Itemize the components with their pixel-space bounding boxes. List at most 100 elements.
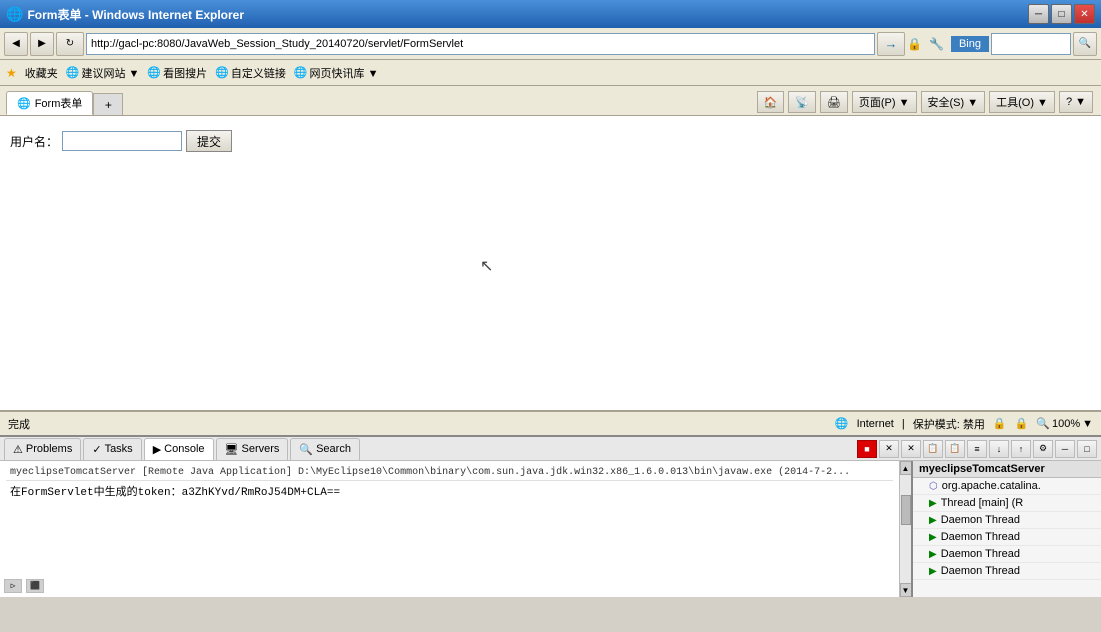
fav-icon-4: 🌐 <box>294 66 308 79</box>
bing-search-input[interactable] <box>991 33 1071 55</box>
new-tab-button[interactable]: + <box>93 93 123 115</box>
internet-label: Internet <box>857 418 894 430</box>
help-button[interactable]: ? ▼ <box>1059 91 1093 113</box>
fav-icon-1: 🌐 <box>66 66 80 79</box>
compatibility-icon: 🔧 <box>929 37 949 51</box>
fav-item-2[interactable]: 🌐 看图搜片 <box>147 65 207 81</box>
protection-label: 保护模式: 禁用 <box>913 416 985 432</box>
ide-tabs: ⚠ Problems ✓ Tasks ▶ Console 🖥 Servers 🔍… <box>0 437 1101 461</box>
minimize-button[interactable]: ─ <box>1028 4 1049 24</box>
ide-btn-9[interactable]: ⚙ <box>1033 440 1053 458</box>
thread-item-main[interactable]: ▶ Thread [main] (R <box>913 495 1101 512</box>
status-icon-2: 🔒 <box>1015 417 1029 430</box>
bing-section: Bing <box>951 36 989 52</box>
thread-label-catalina: org.apache.catalina. <box>942 480 1041 492</box>
thread-item-daemon-1[interactable]: ▶ Daemon Thread <box>913 512 1101 529</box>
submit-button[interactable]: 提交 <box>186 130 232 152</box>
ide-btn-3[interactable]: ✕ <box>901 440 921 458</box>
ide-stop-button[interactable]: ■ <box>857 440 877 458</box>
thread-label-daemon-2: Daemon Thread <box>941 531 1020 543</box>
console-token-line: 在FormServlet中生成的token：a3ZhKYvd/RmRoJ54DM… <box>6 481 893 501</box>
tools-button[interactable]: 工具(O) ▼ <box>989 91 1055 113</box>
forward-button[interactable]: ▶ <box>30 32 54 56</box>
refresh-button[interactable]: ↻ <box>56 32 84 56</box>
toolbar-area: 🏠 📡 🖨 页面(P) ▼ 安全(S) ▼ 工具(O) ▼ ? ▼ <box>757 91 1101 115</box>
ide-tab-tasks[interactable]: ✓ Tasks <box>83 438 141 460</box>
address-bar: ◀ ▶ ↻ → 🔒 🔧 Bing 🔍 <box>0 28 1101 60</box>
address-input[interactable] <box>86 33 875 55</box>
status-right: 🌐 Internet | 保护模式: 禁用 🔒 🔒 🔍 100% ▼ <box>835 416 1093 432</box>
problems-icon: ⚠ <box>13 443 23 456</box>
ide-btn-8[interactable]: ↑ <box>1011 440 1031 458</box>
console-scrollbar[interactable]: ▲ ▼ <box>899 461 911 597</box>
ide-tab-console[interactable]: ▶ Console <box>144 438 214 460</box>
ide-tab-problems[interactable]: ⚠ Problems <box>4 438 81 460</box>
bing-search-button[interactable]: 🔍 <box>1073 32 1097 56</box>
console-icon: ▶ <box>153 443 161 456</box>
right-panel-header: myeclipseTomcatServer <box>913 461 1101 478</box>
ide-content: myeclipseTomcatServer [Remote Java Appli… <box>0 461 1101 597</box>
thread-label-main: Thread [main] (R <box>941 497 1024 509</box>
close-button[interactable]: ✕ <box>1074 4 1095 24</box>
zoom-level: 100% <box>1052 418 1080 430</box>
console-bottom-bar: ▷ ⬛ <box>4 579 44 593</box>
tab-area: 🌐 Form表单 + <box>0 91 123 115</box>
ie-icon: 🌐 <box>6 6 23 23</box>
window-title: Form表单 - Windows Internet Explorer <box>27 6 1028 23</box>
thread-item-daemon-4[interactable]: ▶ Daemon Thread <box>913 563 1101 580</box>
favorites-star-icon: ★ <box>6 66 17 80</box>
cursor-indicator: ↖ <box>480 256 493 276</box>
bing-label: Bing <box>959 38 981 50</box>
ide-btn-4[interactable]: 📋 <box>923 440 943 458</box>
fav-item-3[interactable]: 🌐 自定义链接 <box>215 65 286 81</box>
tab-icon: 🌐 <box>17 97 31 110</box>
ide-btn-6[interactable]: ≡ <box>967 440 987 458</box>
console-btn-1[interactable]: ▷ <box>4 579 22 593</box>
safety-button[interactable]: 安全(S) ▼ <box>921 91 986 113</box>
thread-icon-main: ▶ <box>929 498 937 509</box>
fav-icon-3: 🌐 <box>215 66 229 79</box>
zoom-control[interactable]: 🔍 100% ▼ <box>1036 417 1093 430</box>
username-input[interactable] <box>62 131 182 151</box>
maximize-button[interactable]: □ <box>1051 4 1072 24</box>
ide-tab-servers[interactable]: 🖥 Servers <box>216 438 289 460</box>
thread-item-daemon-3[interactable]: ▶ Daemon Thread <box>913 546 1101 563</box>
feed-button[interactable]: 📡 <box>788 91 816 113</box>
ide-minimize[interactable]: ─ <box>1055 440 1075 458</box>
thread-icon-daemon-1: ▶ <box>929 515 937 526</box>
fav-item-1[interactable]: 🌐 建议网站 ▼ <box>66 65 140 81</box>
globe-icon: 🌐 <box>835 417 849 430</box>
ide-btn-7[interactable]: ↓ <box>989 440 1009 458</box>
thread-item-daemon-2[interactable]: ▶ Daemon Thread <box>913 529 1101 546</box>
status-icon-1: 🔒 <box>993 417 1007 430</box>
thread-icon-daemon-2: ▶ <box>929 532 937 543</box>
console-main: myeclipseTomcatServer [Remote Java Appli… <box>0 461 899 597</box>
separator: | <box>902 418 905 430</box>
title-bar: 🌐 Form表单 - Windows Internet Explorer ─ □… <box>0 0 1101 28</box>
tasks-icon: ✓ <box>92 443 101 456</box>
main-wrapper: 🌐 Form表单 - Windows Internet Explorer ─ □… <box>0 0 1101 632</box>
form-tab[interactable]: 🌐 Form表单 <box>6 91 93 115</box>
favorites-label[interactable]: 收藏夹 <box>25 65 58 81</box>
status-bar: 完成 🌐 Internet | 保护模式: 禁用 🔒 🔒 🔍 100% ▼ <box>0 411 1101 435</box>
thread-item-catalina[interactable]: ⬡ org.apache.catalina. <box>913 478 1101 495</box>
page-button[interactable]: 页面(P) ▼ <box>852 91 917 113</box>
scroll-up[interactable]: ▲ <box>900 461 912 475</box>
back-button[interactable]: ◀ <box>4 32 28 56</box>
fav-item-4[interactable]: 🌐 网页快讯库 ▼ <box>294 65 379 81</box>
console-header: myeclipseTomcatServer [Remote Java Appli… <box>6 465 893 481</box>
scroll-thumb[interactable] <box>901 495 911 525</box>
print-button[interactable]: 🖨 <box>820 91 848 113</box>
fav-icon-2: 🌐 <box>147 66 161 79</box>
security-icon: 🔒 <box>907 37 927 51</box>
ide-maximize[interactable]: □ <box>1077 440 1097 458</box>
ide-btn-2[interactable]: ✕ <box>879 440 899 458</box>
search-icon: 🔍 <box>299 443 313 456</box>
go-button[interactable]: → <box>877 32 905 56</box>
ide-btn-5[interactable]: 📋 <box>945 440 965 458</box>
scroll-down[interactable]: ▼ <box>900 583 912 597</box>
username-label: 用户名： <box>10 133 58 150</box>
console-btn-2[interactable]: ⬛ <box>26 579 44 593</box>
ide-tab-search[interactable]: 🔍 Search <box>290 438 360 460</box>
home-button[interactable]: 🏠 <box>757 91 785 113</box>
